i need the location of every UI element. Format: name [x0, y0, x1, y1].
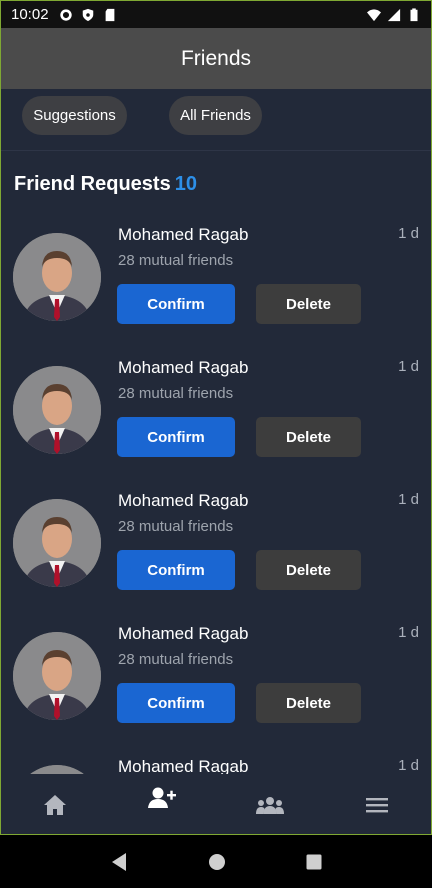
- avatar-image: [13, 233, 101, 321]
- all-friends-chip[interactable]: All Friends: [169, 96, 262, 135]
- avatar-image: [13, 366, 101, 454]
- section-title-text: Friend Requests: [14, 173, 171, 195]
- request-name[interactable]: Mohamed Ragab: [118, 225, 248, 245]
- add-friend-icon: [148, 787, 177, 808]
- request-time: 1 d: [398, 358, 419, 375]
- delete-button[interactable]: Delete: [256, 417, 361, 457]
- request-name[interactable]: Mohamed Ragab: [118, 358, 248, 378]
- mutual-friends: 28 mutual friends: [118, 252, 234, 269]
- bottom-nav: [1, 774, 432, 834]
- status-time: 10:02: [11, 6, 49, 23]
- avatar-image: [13, 632, 101, 720]
- avatar[interactable]: [13, 632, 101, 720]
- friend-request-list[interactable]: Mohamed Ragab 1 d 28 mutual friends Conf…: [1, 201, 431, 774]
- request-name[interactable]: Mohamed Ragab: [118, 757, 248, 774]
- request-time: 1 d: [398, 491, 419, 508]
- battery-icon: [410, 7, 418, 21]
- groups-icon: [255, 797, 284, 814]
- confirm-button[interactable]: Confirm: [117, 550, 235, 590]
- mutual-friends: 28 mutual friends: [118, 385, 234, 402]
- nav-home[interactable]: [1, 774, 109, 834]
- request-count: 10: [174, 173, 197, 195]
- confirm-button[interactable]: Confirm: [117, 284, 235, 324]
- friend-request-item: Mohamed Ragab 1 d 28 mutual friends Conf…: [1, 201, 431, 334]
- wifi-icon: [367, 8, 381, 21]
- recents-icon[interactable]: [306, 854, 322, 870]
- nav-groups[interactable]: [216, 774, 324, 834]
- confirm-button[interactable]: Confirm: [117, 417, 235, 457]
- nav-menu[interactable]: [324, 774, 432, 834]
- avatar[interactable]: [13, 366, 101, 454]
- mutual-friends: 28 mutual friends: [118, 651, 234, 668]
- friend-requests-heading: Friend Requests 10: [14, 173, 197, 196]
- system-navigation-bar: [0, 835, 432, 888]
- nav-friends[interactable]: [109, 774, 217, 834]
- request-time: 1 d: [398, 624, 419, 641]
- signal-icon: [387, 8, 401, 21]
- settings-icon: [59, 8, 72, 21]
- home-icon: [43, 795, 66, 815]
- avatar-image: [13, 765, 101, 774]
- app-frame: 10:02 Friends Suggestions All Friends Fr…: [0, 0, 432, 835]
- phone-screen: 10:02 Friends Suggestions All Friends Fr…: [0, 0, 432, 888]
- request-name[interactable]: Mohamed Ragab: [118, 491, 248, 511]
- avatar[interactable]: [13, 765, 101, 774]
- back-icon[interactable]: [110, 852, 128, 872]
- home-button-icon[interactable]: [208, 853, 226, 871]
- confirm-button[interactable]: Confirm: [117, 683, 235, 723]
- app-bar: Friends: [1, 28, 431, 89]
- friend-request-item: Mohamed Ragab 1 d 28 mutual friends Conf…: [1, 600, 431, 733]
- filter-chips: Suggestions All Friends: [1, 89, 431, 151]
- request-time: 1 d: [398, 225, 419, 242]
- delete-button[interactable]: Delete: [256, 683, 361, 723]
- request-name[interactable]: Mohamed Ragab: [118, 624, 248, 644]
- page-title: Friends: [180, 46, 252, 70]
- menu-icon: [366, 798, 389, 813]
- friend-request-item: Mohamed Ragab 1 d: [1, 733, 431, 774]
- friend-request-item: Mohamed Ragab 1 d 28 mutual friends Conf…: [1, 334, 431, 467]
- avatar-image: [13, 499, 101, 587]
- status-bar: 10:02: [1, 1, 431, 28]
- suggestions-chip[interactable]: Suggestions: [22, 96, 127, 135]
- avatar[interactable]: [13, 499, 101, 587]
- mutual-friends: 28 mutual friends: [118, 518, 234, 535]
- delete-button[interactable]: Delete: [256, 550, 361, 590]
- request-time: 1 d: [398, 757, 419, 774]
- delete-button[interactable]: Delete: [256, 284, 361, 324]
- avatar[interactable]: [13, 233, 101, 321]
- shield-icon: [82, 8, 93, 21]
- friend-request-item: Mohamed Ragab 1 d 28 mutual friends Conf…: [1, 467, 431, 600]
- sd-card-icon: [105, 8, 114, 21]
